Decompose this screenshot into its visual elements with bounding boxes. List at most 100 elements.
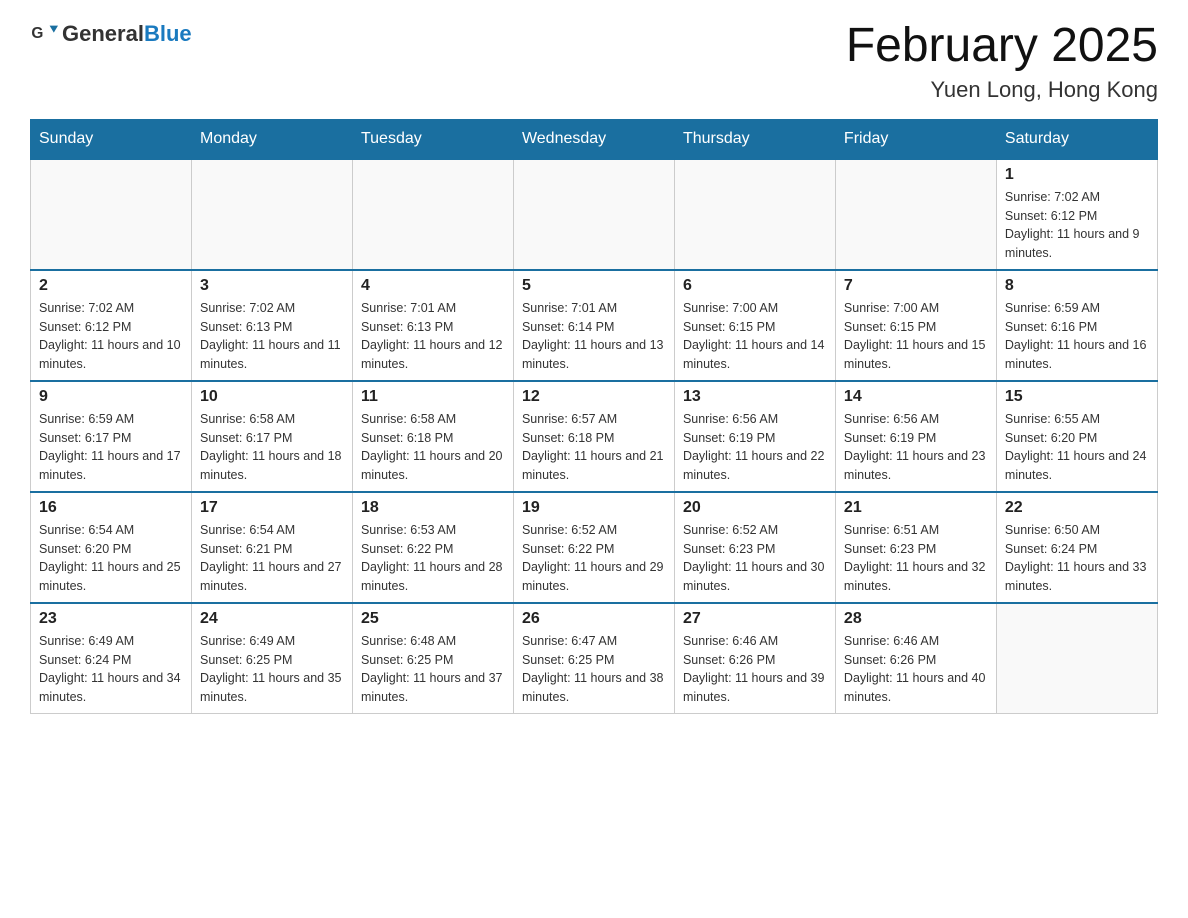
day-info: Sunrise: 7:01 AMSunset: 6:14 PMDaylight:… (522, 299, 666, 374)
column-header-thursday: Thursday (674, 119, 835, 159)
day-info: Sunrise: 6:51 AMSunset: 6:23 PMDaylight:… (844, 521, 988, 596)
day-info: Sunrise: 6:53 AMSunset: 6:22 PMDaylight:… (361, 521, 505, 596)
day-info: Sunrise: 6:47 AMSunset: 6:25 PMDaylight:… (522, 632, 666, 707)
day-info: Sunrise: 6:59 AMSunset: 6:16 PMDaylight:… (1005, 299, 1149, 374)
calendar-cell: 9 Sunrise: 6:59 AMSunset: 6:17 PMDaylight… (31, 381, 192, 492)
calendar-cell: 10 Sunrise: 6:58 AMSunset: 6:17 PMDayligh… (191, 381, 352, 492)
day-number: 18 (361, 499, 505, 517)
day-info: Sunrise: 6:52 AMSunset: 6:22 PMDaylight:… (522, 521, 666, 596)
day-info: Sunrise: 6:55 AMSunset: 6:20 PMDaylight:… (1005, 410, 1149, 485)
month-title: February 2025 (846, 20, 1158, 73)
column-header-friday: Friday (835, 119, 996, 159)
day-number: 28 (844, 610, 988, 628)
day-number: 23 (39, 610, 183, 628)
calendar-cell: 25Sunrise: 6:48 AMSunset: 6:25 PMDayligh… (352, 603, 513, 714)
logo: G GeneralBlue (30, 20, 192, 48)
day-number: 16 (39, 499, 183, 517)
column-header-sunday: Sunday (31, 119, 192, 159)
day-info: Sunrise: 6:56 AMSunset: 6:19 PMDaylight:… (683, 410, 827, 485)
day-number: 6 (683, 277, 827, 295)
calendar-cell: 24 Sunrise: 6:49 AMSunset: 6:25 PMDayligh… (191, 603, 352, 714)
day-number: 25 (361, 610, 505, 628)
day-number: 5 (522, 277, 666, 295)
day-info: Sunrise: 6:49 AMSunset: 6:25 PMDaylight:… (200, 632, 344, 707)
calendar-cell: 17 Sunrise: 6:54 AMSunset: 6:21 PMDayligh… (191, 492, 352, 603)
day-number: 3 (200, 277, 344, 295)
day-number: 11 (361, 388, 505, 406)
calendar-cell: 21 Sunrise: 6:51 AMSunset: 6:23 PMDayligh… (835, 492, 996, 603)
day-number: 7 (844, 277, 988, 295)
calendar-cell: 20 Sunrise: 6:52 AMSunset: 6:23 PMDayligh… (674, 492, 835, 603)
calendar-cell: 3Sunrise: 7:02 AMSunset: 6:13 PMDaylight… (191, 270, 352, 381)
calendar-cell: 26 Sunrise: 6:47 AMSunset: 6:25 PMDayligh… (513, 603, 674, 714)
day-info: Sunrise: 6:52 AMSunset: 6:23 PMDaylight:… (683, 521, 827, 596)
day-number: 14 (844, 388, 988, 406)
column-header-monday: Monday (191, 119, 352, 159)
day-info: Sunrise: 7:00 AMSunset: 6:15 PMDaylight:… (683, 299, 827, 374)
calendar-cell: 4Sunrise: 7:01 AMSunset: 6:13 PMDaylight… (352, 270, 513, 381)
calendar-cell: 18 Sunrise: 6:53 AMSunset: 6:22 PMDayligh… (352, 492, 513, 603)
day-number: 9 (39, 388, 183, 406)
day-info: Sunrise: 7:02 AMSunset: 6:12 PMDaylight:… (1005, 188, 1149, 263)
calendar-cell (996, 603, 1157, 714)
day-number: 12 (522, 388, 666, 406)
day-info: Sunrise: 6:49 AMSunset: 6:24 PMDaylight:… (39, 632, 183, 707)
calendar: SundayMondayTuesdayWednesdayThursdayFrid… (30, 119, 1158, 714)
calendar-cell: 7Sunrise: 7:00 AMSunset: 6:15 PMDaylight… (835, 270, 996, 381)
day-info: Sunrise: 6:58 AMSunset: 6:18 PMDaylight:… (361, 410, 505, 485)
column-header-wednesday: Wednesday (513, 119, 674, 159)
day-info: Sunrise: 6:56 AMSunset: 6:19 PMDaylight:… (844, 410, 988, 485)
week-row-5: 23 Sunrise: 6:49 AMSunset: 6:24 PMDayligh… (31, 603, 1158, 714)
calendar-cell: 1Sunrise: 7:02 AMSunset: 6:12 PMDaylight… (996, 159, 1157, 270)
day-number: 10 (200, 388, 344, 406)
calendar-cell: 5 Sunrise: 7:01 AMSunset: 6:14 PMDaylight… (513, 270, 674, 381)
calendar-cell: 8Sunrise: 6:59 AMSunset: 6:16 PMDaylight… (996, 270, 1157, 381)
day-number: 20 (683, 499, 827, 517)
day-info: Sunrise: 6:54 AMSunset: 6:20 PMDaylight:… (39, 521, 183, 596)
page-header: G GeneralBlue February 2025 Yuen Long, H… (30, 20, 1158, 103)
svg-text:G: G (31, 25, 43, 42)
calendar-cell (191, 159, 352, 270)
day-number: 13 (683, 388, 827, 406)
location-title: Yuen Long, Hong Kong (846, 77, 1158, 103)
week-row-4: 16 Sunrise: 6:54 AMSunset: 6:20 PMDayligh… (31, 492, 1158, 603)
calendar-cell: 14 Sunrise: 6:56 AMSunset: 6:19 PMDayligh… (835, 381, 996, 492)
day-number: 26 (522, 610, 666, 628)
week-row-3: 9 Sunrise: 6:59 AMSunset: 6:17 PMDaylight… (31, 381, 1158, 492)
day-info: Sunrise: 6:46 AMSunset: 6:26 PMDaylight:… (844, 632, 988, 707)
day-info: Sunrise: 6:54 AMSunset: 6:21 PMDaylight:… (200, 521, 344, 596)
day-info: Sunrise: 6:59 AMSunset: 6:17 PMDaylight:… (39, 410, 183, 485)
day-info: Sunrise: 7:02 AMSunset: 6:12 PMDaylight:… (39, 299, 183, 374)
calendar-cell: 6 Sunrise: 7:00 AMSunset: 6:15 PMDaylight… (674, 270, 835, 381)
day-info: Sunrise: 6:46 AMSunset: 6:26 PMDaylight:… (683, 632, 827, 707)
calendar-cell: 19 Sunrise: 6:52 AMSunset: 6:22 PMDayligh… (513, 492, 674, 603)
day-number: 21 (844, 499, 988, 517)
calendar-cell: 22Sunrise: 6:50 AMSunset: 6:24 PMDayligh… (996, 492, 1157, 603)
day-number: 15 (1005, 388, 1149, 406)
week-row-2: 2Sunrise: 7:02 AMSunset: 6:12 PMDaylight… (31, 270, 1158, 381)
calendar-cell: 2Sunrise: 7:02 AMSunset: 6:12 PMDaylight… (31, 270, 192, 381)
calendar-cell: 11 Sunrise: 6:58 AMSunset: 6:18 PMDayligh… (352, 381, 513, 492)
day-number: 19 (522, 499, 666, 517)
column-header-saturday: Saturday (996, 119, 1157, 159)
calendar-cell (31, 159, 192, 270)
calendar-cell: 23 Sunrise: 6:49 AMSunset: 6:24 PMDayligh… (31, 603, 192, 714)
calendar-cell: 15 Sunrise: 6:55 AMSunset: 6:20 PMDayligh… (996, 381, 1157, 492)
logo-text-general: General (62, 21, 144, 46)
day-info: Sunrise: 6:57 AMSunset: 6:18 PMDaylight:… (522, 410, 666, 485)
calendar-cell (674, 159, 835, 270)
day-number: 24 (200, 610, 344, 628)
calendar-cell (352, 159, 513, 270)
logo-text-blue: Blue (144, 21, 192, 46)
week-row-1: 1Sunrise: 7:02 AMSunset: 6:12 PMDaylight… (31, 159, 1158, 270)
day-number: 17 (200, 499, 344, 517)
calendar-cell: 13 Sunrise: 6:56 AMSunset: 6:19 PMDayligh… (674, 381, 835, 492)
calendar-header-row: SundayMondayTuesdayWednesdayThursdayFrid… (31, 119, 1158, 159)
logo-icon: G (30, 20, 58, 48)
day-info: Sunrise: 6:58 AMSunset: 6:17 PMDaylight:… (200, 410, 344, 485)
calendar-cell: 16 Sunrise: 6:54 AMSunset: 6:20 PMDayligh… (31, 492, 192, 603)
calendar-cell: 27 Sunrise: 6:46 AMSunset: 6:26 PMDayligh… (674, 603, 835, 714)
title-block: February 2025 Yuen Long, Hong Kong (846, 20, 1158, 103)
day-number: 27 (683, 610, 827, 628)
column-header-tuesday: Tuesday (352, 119, 513, 159)
